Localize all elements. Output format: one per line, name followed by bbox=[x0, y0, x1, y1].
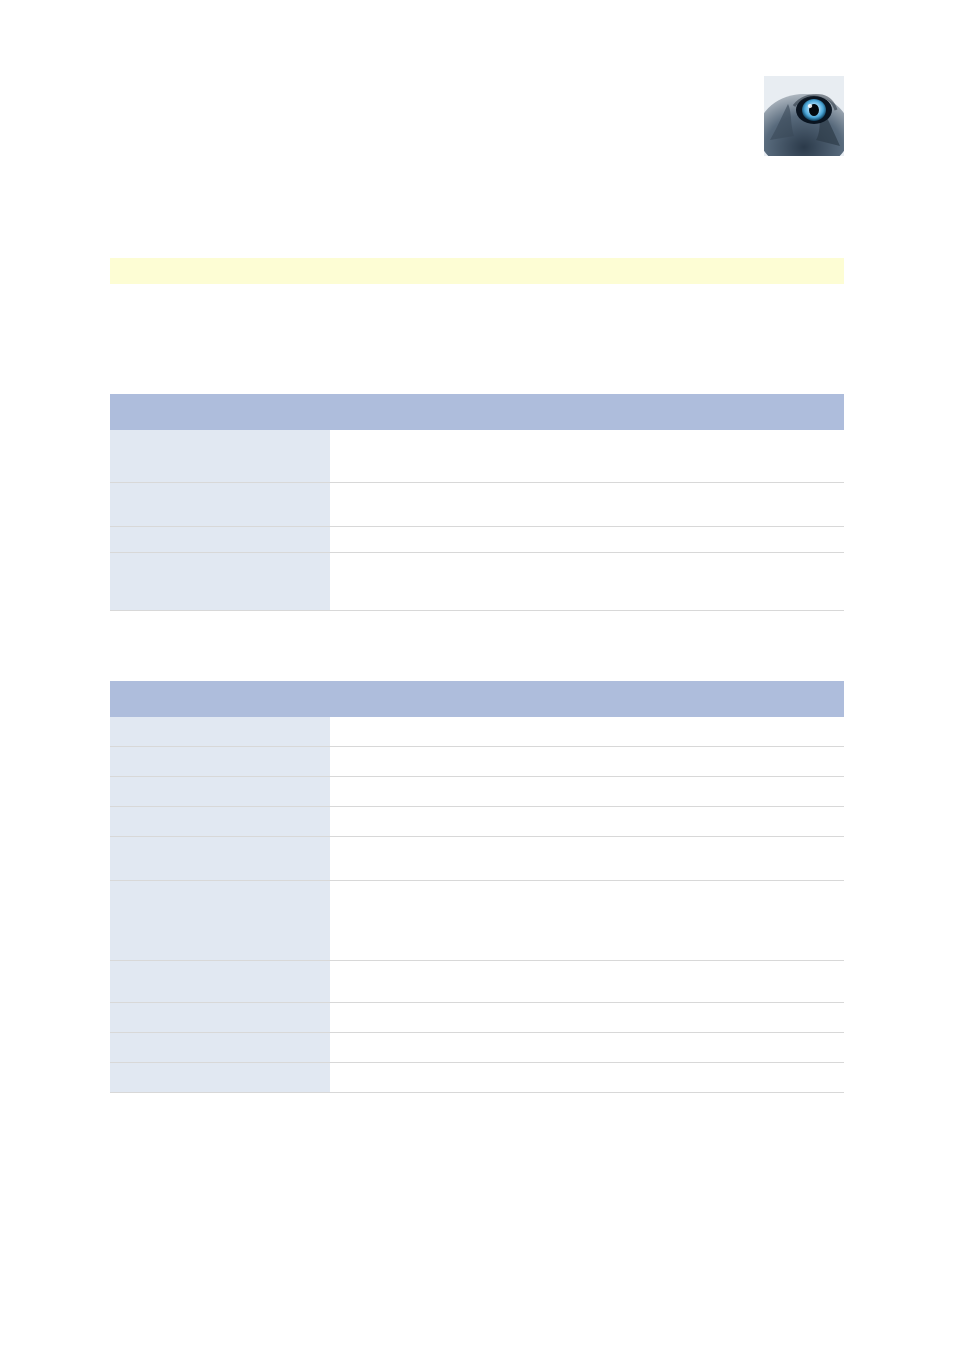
table2-row10-value bbox=[330, 1063, 844, 1093]
table2-row7-label bbox=[110, 961, 330, 1003]
table-row bbox=[110, 961, 844, 1003]
table2-row8-label bbox=[110, 1003, 330, 1033]
table-row bbox=[110, 747, 844, 777]
table2-row2-label bbox=[110, 747, 330, 777]
table-row bbox=[110, 807, 844, 837]
table2-row3-label bbox=[110, 777, 330, 807]
table-row bbox=[110, 1003, 844, 1033]
table2-row3-value bbox=[330, 777, 844, 807]
table-header-row bbox=[110, 394, 844, 430]
table2-row1-label bbox=[110, 717, 330, 747]
info-table-2 bbox=[110, 681, 844, 1094]
table-row bbox=[110, 430, 844, 482]
table2-row9-value bbox=[330, 1033, 844, 1063]
table1-row2-value bbox=[330, 482, 844, 526]
table1-row2-label bbox=[110, 482, 330, 526]
table2-row7-value bbox=[330, 961, 844, 1003]
table1-header-col2 bbox=[330, 394, 844, 430]
table2-row1-value bbox=[330, 717, 844, 747]
table2-row5-value bbox=[330, 837, 844, 881]
brand-logo bbox=[764, 76, 844, 156]
info-table-1 bbox=[110, 394, 844, 611]
table1-row3-value bbox=[330, 526, 844, 552]
table1-header-col1 bbox=[110, 394, 330, 430]
table-header-row bbox=[110, 681, 844, 717]
document-page bbox=[0, 0, 954, 1153]
table2-row5-label bbox=[110, 837, 330, 881]
table-row bbox=[110, 552, 844, 610]
wolf-eye-icon bbox=[764, 76, 844, 156]
table2-row6-label bbox=[110, 881, 330, 961]
table1-row4-value bbox=[330, 552, 844, 610]
table2-row9-label bbox=[110, 1033, 330, 1063]
table1-row1-label bbox=[110, 430, 330, 482]
table1-row4-label bbox=[110, 552, 330, 610]
table2-header-col1 bbox=[110, 681, 330, 717]
table-row bbox=[110, 482, 844, 526]
table1-row3-label bbox=[110, 526, 330, 552]
table2-row8-value bbox=[330, 1003, 844, 1033]
table-row bbox=[110, 777, 844, 807]
table2-row6-value bbox=[330, 881, 844, 961]
table2-row10-label bbox=[110, 1063, 330, 1093]
highlight-band bbox=[110, 258, 844, 284]
table-row bbox=[110, 1063, 844, 1093]
table-row bbox=[110, 881, 844, 961]
table1-row1-value bbox=[330, 430, 844, 482]
table-row bbox=[110, 717, 844, 747]
table2-header-col2 bbox=[330, 681, 844, 717]
table-row bbox=[110, 837, 844, 881]
table2-row4-value bbox=[330, 807, 844, 837]
table2-row2-value bbox=[330, 747, 844, 777]
table2-row4-label bbox=[110, 807, 330, 837]
table-row bbox=[110, 1033, 844, 1063]
table-row bbox=[110, 526, 844, 552]
